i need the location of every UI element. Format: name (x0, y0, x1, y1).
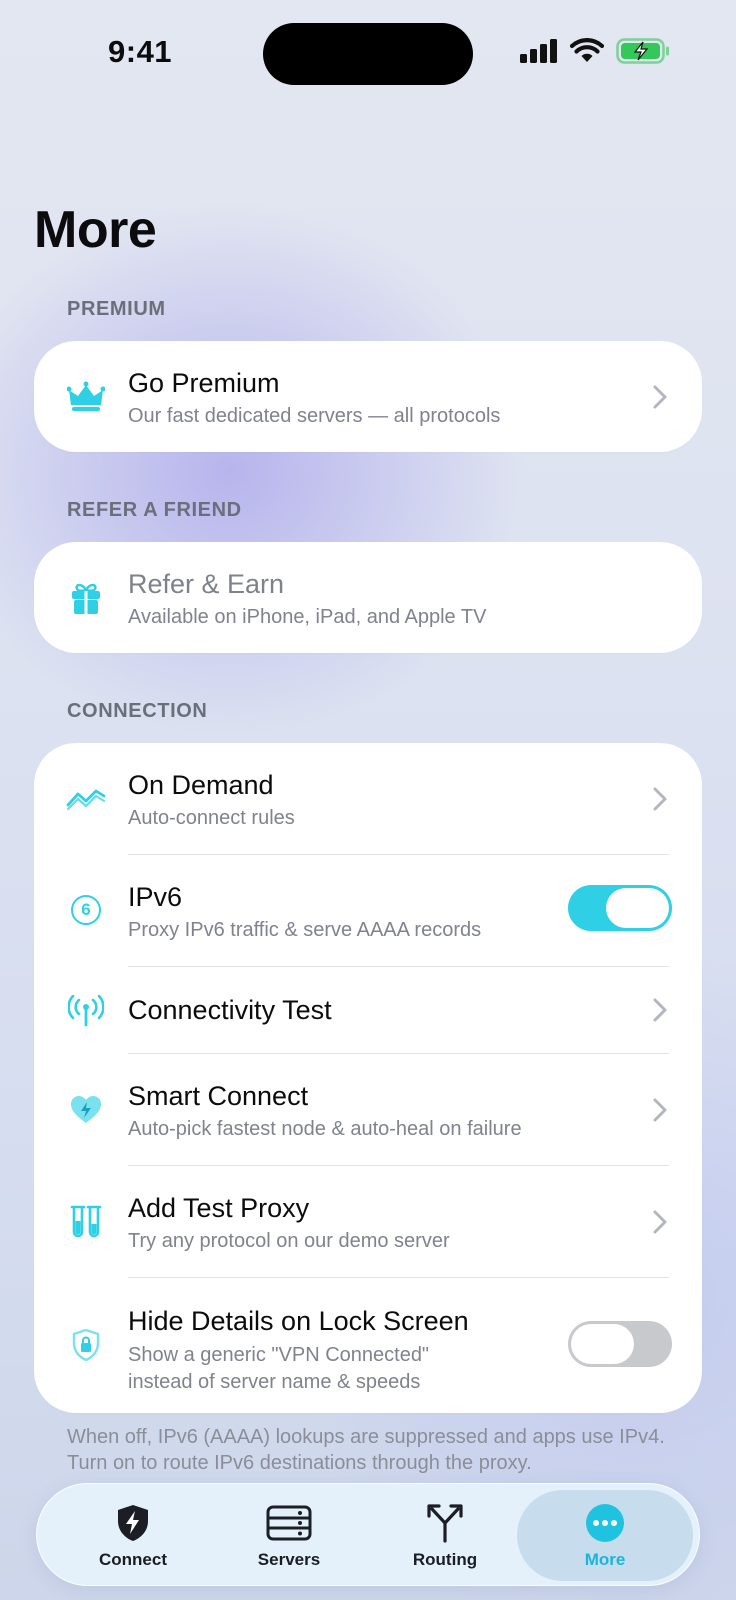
ipv6-title: IPv6 (128, 882, 183, 912)
antenna-broadcast-icon (64, 989, 108, 1033)
bolt-shield-icon (116, 1502, 150, 1544)
hide-details-toggle[interactable] (568, 1321, 672, 1367)
tab-label: More (584, 1550, 626, 1569)
wifi-icon (570, 38, 604, 62)
tab-label: Connect (99, 1550, 167, 1569)
tab-label: Routing (412, 1550, 478, 1569)
chevron-right-icon (653, 385, 667, 409)
crown-icon (64, 375, 108, 419)
hide-details-row: Hide Details on Lock Screen Show a gener… (34, 1278, 702, 1413)
status-bar: 9:41 (0, 0, 736, 110)
heart-bolt-icon (64, 1088, 108, 1132)
connectivity-test-title: Connectivity Test (128, 995, 332, 1025)
battery-charging-icon (616, 38, 669, 64)
fork-arrows-icon (426, 1502, 464, 1544)
chevron-right-icon (653, 787, 667, 811)
connection-card: On Demand Auto-connect rules 6 IPv6 Prox… (34, 743, 702, 1413)
on-demand-title: On Demand (128, 770, 274, 800)
go-premium-title: Go Premium (128, 368, 280, 398)
refer-earn-row[interactable]: Refer & Earn Available on iPhone, iPad, … (34, 542, 702, 653)
section-header-premium: PREMIUM (67, 298, 166, 320)
tab-routing[interactable]: Routing (365, 1490, 525, 1581)
hide-details-subtitle-line1: Show a generic "VPN Connected" (128, 1344, 430, 1366)
go-premium-subtitle: Our fast dedicated servers — all protoco… (128, 405, 501, 427)
page-title: More (34, 201, 157, 259)
status-icons (520, 38, 670, 64)
toggle-knob (571, 1324, 634, 1364)
smart-connect-title: Smart Connect (128, 1081, 309, 1111)
gift-icon (64, 576, 108, 620)
add-test-proxy-row[interactable]: Add Test Proxy Try any protocol on our d… (34, 1166, 702, 1277)
hide-details-subtitle-line2: instead of server name & speeds (128, 1371, 421, 1393)
section-header-refer: REFER A FRIEND (67, 499, 242, 521)
on-demand-row[interactable]: On Demand Auto-connect rules (34, 743, 702, 854)
premium-card: Go Premium Our fast dedicated servers — … (34, 341, 702, 452)
refer-earn-title: Refer & Earn (128, 569, 285, 599)
add-test-proxy-subtitle: Try any protocol on our demo server (128, 1230, 450, 1252)
ipv6-subtitle: Proxy IPv6 traffic & serve AAAA records (128, 919, 482, 941)
ipv6-footer-note: When off, IPv6 (AAAA) lookups are suppre… (67, 1426, 665, 1474)
dynamic-island (263, 23, 473, 85)
chevron-right-icon (653, 1210, 667, 1234)
go-premium-row[interactable]: Go Premium Our fast dedicated servers — … (34, 341, 702, 452)
refer-card: Refer & Earn Available on iPhone, iPad, … (34, 542, 702, 653)
on-demand-wave-icon (64, 777, 108, 821)
tab-more[interactable]: More (517, 1490, 693, 1581)
cellular-signal-icon (520, 39, 557, 63)
section-header-connection: CONNECTION (67, 700, 208, 722)
tab-servers[interactable]: Servers (209, 1490, 369, 1581)
chevron-right-icon (653, 998, 667, 1022)
ipv6-toggle[interactable] (568, 885, 672, 931)
ipv6-circle-icon: 6 (64, 888, 108, 932)
ellipsis-circle-icon (585, 1502, 625, 1544)
tab-label: Servers (257, 1550, 321, 1569)
hide-details-title: Hide Details on Lock Screen (128, 1306, 469, 1336)
chevron-right-icon (653, 1098, 667, 1122)
add-test-proxy-title: Add Test Proxy (128, 1193, 310, 1223)
smart-connect-row[interactable]: Smart Connect Auto-pick fastest node & a… (34, 1054, 702, 1165)
on-demand-subtitle: Auto-connect rules (128, 807, 295, 829)
refer-earn-subtitle: Available on iPhone, iPad, and Apple TV (128, 606, 487, 628)
tab-bar: Connect Servers Routing More (36, 1483, 700, 1586)
smart-connect-subtitle: Auto-pick fastest node & auto-heal on fa… (128, 1118, 522, 1140)
tab-connect[interactable]: Connect (53, 1490, 213, 1581)
connectivity-test-row[interactable]: Connectivity Test (34, 967, 702, 1053)
lock-shield-icon (64, 1323, 108, 1367)
server-rack-icon (266, 1502, 312, 1544)
test-tubes-icon (64, 1200, 108, 1244)
ipv6-row: 6 IPv6 Proxy IPv6 traffic & serve AAAA r… (34, 855, 702, 966)
toggle-knob (606, 888, 669, 928)
status-time: 9:41 (108, 34, 173, 69)
